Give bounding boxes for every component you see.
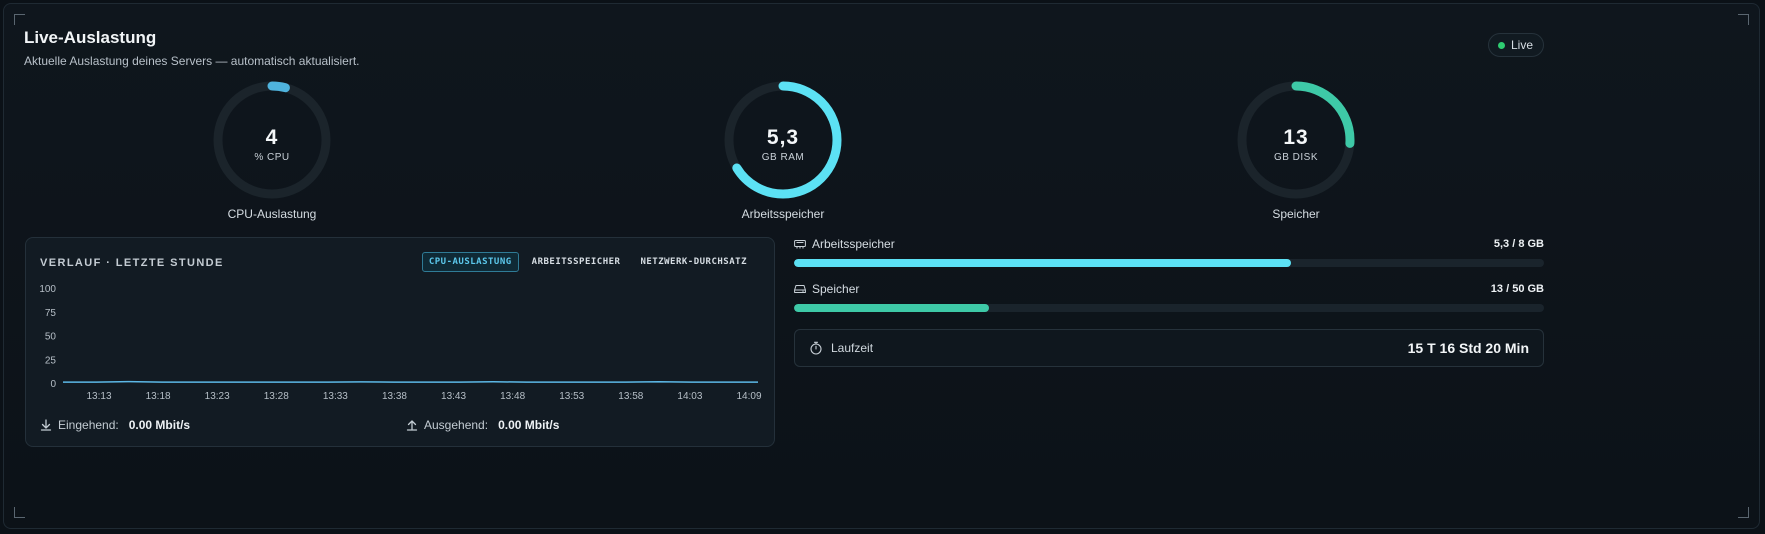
cpu-gauge-value: 4 [265, 125, 279, 149]
x-tick-label: 13:43 [441, 391, 466, 402]
stopwatch-icon [810, 341, 822, 355]
incoming-value: 0.00 Mbit/s [128, 418, 191, 432]
x-tick-label: 13:13 [86, 391, 111, 402]
y-tick-label: 50 [45, 332, 57, 343]
corner-marker [14, 507, 25, 518]
x-tick-label: 13:28 [264, 391, 289, 402]
live-dot-icon [1498, 41, 1505, 49]
disk-gauge-unit: GB DISK [1273, 151, 1319, 163]
live-status-badge: Live [1488, 33, 1545, 57]
y-tick-label: 75 [45, 308, 57, 319]
cpu-gauge: 4 % CPU CPU-Auslastung [197, 76, 347, 221]
incoming-throughput: Eingehend: 0.00 Mbit/s [40, 418, 190, 432]
tab-memory[interactable]: ARBEITSSPEICHER [525, 252, 628, 272]
memory-chip-icon [794, 240, 806, 249]
x-tick-label: 13:18 [146, 391, 171, 402]
x-tick-label: 13:53 [559, 391, 584, 402]
live-label: Live [1511, 38, 1534, 52]
disk-gauge-value: 13 [1283, 125, 1309, 149]
history-chart: 100 75 50 25 0 13:13 13:18 13:23 13:28 13:33 13:38… [39, 284, 762, 402]
memory-usage-bar [794, 259, 1544, 267]
memory-usage-value: 5,3 / 8 GB [1493, 238, 1544, 250]
disk-usage-row: Speicher 13 / 50 GB [794, 282, 1544, 312]
memory-usage-row: Arbeitsspeicher 5,3 / 8 GB [794, 237, 1544, 267]
x-tick-label: 13:33 [323, 391, 348, 402]
uptime-card: Laufzeit 15 T 16 Std 20 Min [794, 329, 1544, 367]
outgoing-value: 0.00 Mbit/s [498, 418, 560, 432]
y-tick-label: 0 [50, 379, 56, 390]
corner-marker [1738, 14, 1749, 25]
history-title: VERLAUF · LETZTE STUNDE [40, 257, 224, 269]
x-tick-label: 14:09 [736, 391, 761, 402]
ram-gauge-value: 5,3 [766, 125, 800, 149]
disk-usage-label: Speicher [812, 282, 860, 296]
x-tick-label: 13:58 [618, 391, 643, 402]
tab-cpu-usage[interactable]: CPU-AUSLASTUNG [421, 252, 519, 272]
history-card: VERLAUF · LETZTE STUNDE CPU-AUSLASTUNG A… [25, 237, 775, 447]
uptime-label: Laufzeit [831, 341, 874, 355]
corner-marker [14, 14, 25, 25]
history-tabs: CPU-AUSLASTUNG ARBEITSSPEICHER NETZWERK-… [421, 252, 754, 272]
tab-network-throughput[interactable]: NETZWERK-DURCHSATZ [633, 252, 754, 272]
x-tick-label: 13:23 [205, 391, 230, 402]
y-tick-label: 25 [45, 355, 57, 366]
y-tick-label: 100 [39, 284, 56, 295]
x-tick-label: 14:03 [677, 391, 702, 402]
uptime-value: 15 T 16 Std 20 Min [1407, 340, 1529, 356]
disk-usage-value: 13 / 50 GB [1490, 283, 1544, 295]
panel-subtitle: Aktuelle Auslastung deines Servers — aut… [24, 54, 360, 68]
x-tick-label: 13:48 [500, 391, 525, 402]
cpu-series-line [63, 380, 758, 383]
corner-marker [1738, 507, 1749, 518]
cpu-gauge-unit: % CPU [254, 151, 290, 163]
ram-gauge: 5,3 GB RAM Arbeitsspeicher [708, 76, 858, 221]
memory-usage-fill [794, 259, 1291, 267]
disk-usage-fill [794, 304, 989, 312]
ram-gauge-unit: GB RAM [761, 151, 805, 163]
disk-usage-bar [794, 304, 1544, 312]
disk-gauge: 13 GB DISK Speicher [1221, 76, 1371, 221]
hard-drive-icon [794, 285, 806, 293]
arrow-down-icon [40, 419, 52, 431]
outgoing-label: Ausgehend: [424, 418, 489, 432]
arrow-up-icon [406, 420, 418, 431]
x-tick-label: 13:38 [382, 391, 407, 402]
memory-usage-label: Arbeitsspeicher [812, 237, 895, 251]
panel-title: Live-Auslastung [24, 28, 157, 47]
outgoing-throughput: Ausgehend: 0.00 Mbit/s [406, 418, 559, 432]
incoming-label: Eingehend: [58, 418, 119, 432]
